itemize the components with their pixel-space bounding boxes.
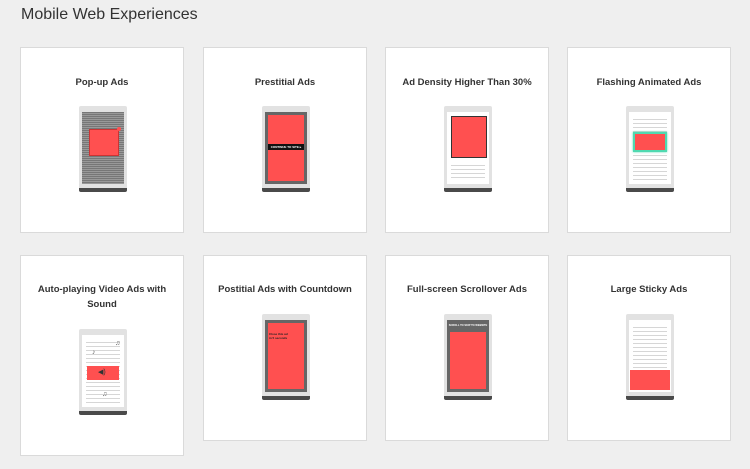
scrollover-ad-phone-icon: SCROLL TO SKIP TO WEBSITE [444, 314, 492, 400]
sticky-ad-phone-icon [626, 314, 674, 400]
music-note-icon: ♫ [115, 340, 121, 347]
card-title: Large Sticky Ads [610, 284, 688, 295]
countdown-label: Close this ad in 5 seconds [269, 332, 288, 340]
flashing-ad-phone-icon [626, 106, 674, 192]
music-note-icon: ♫ [102, 391, 108, 398]
ad-density-phone-icon [444, 106, 492, 192]
card-auto-playing-video-ads[interactable]: Auto-playing Video Ads with Sound ♫ ♪ ◀)… [20, 255, 184, 456]
card-ad-density[interactable]: Ad Density Higher Than 30% [385, 47, 549, 233]
prestitial-ad-phone-icon: CONTINUE TO SITE ▸ [262, 106, 310, 192]
card-title: Auto-playing Video Ads with Sound [37, 284, 167, 310]
card-title: Prestitial Ads [254, 77, 316, 88]
speaker-icon: ◀) [98, 369, 106, 376]
card-title: Pop-up Ads [75, 77, 129, 88]
card-postitial-ads-countdown[interactable]: Postitial Ads with Countdown Close this … [203, 255, 367, 441]
autoplay-video-phone-icon: ♫ ♪ ◀) ♫ [79, 329, 127, 415]
card-title: Ad Density Higher Than 30% [402, 77, 532, 88]
postitial-countdown-phone-icon: Close this ad in 5 seconds [262, 314, 310, 400]
music-note-icon: ♪ [92, 349, 96, 356]
card-pop-up-ads[interactable]: Pop-up Ads [20, 47, 184, 233]
card-title: Flashing Animated Ads [596, 77, 702, 88]
card-full-screen-scrollover-ads[interactable]: Full-screen Scrollover Ads SCROLL TO SKI… [385, 255, 549, 441]
page-title: Mobile Web Experiences [21, 6, 198, 23]
card-large-sticky-ads[interactable]: Large Sticky Ads [567, 255, 731, 441]
card-prestitial-ads[interactable]: Prestitial Ads CONTINUE TO SITE ▸ [203, 47, 367, 233]
card-title: Postitial Ads with Countdown [218, 284, 352, 295]
card-flashing-animated-ads[interactable]: Flashing Animated Ads [567, 47, 731, 233]
card-title: Full-screen Scrollover Ads [406, 284, 528, 295]
scroll-to-skip-label: SCROLL TO SKIP TO WEBSITE [448, 324, 488, 327]
continue-to-site-label: CONTINUE TO SITE ▸ [270, 145, 302, 149]
popup-ad-phone-icon [79, 106, 127, 192]
